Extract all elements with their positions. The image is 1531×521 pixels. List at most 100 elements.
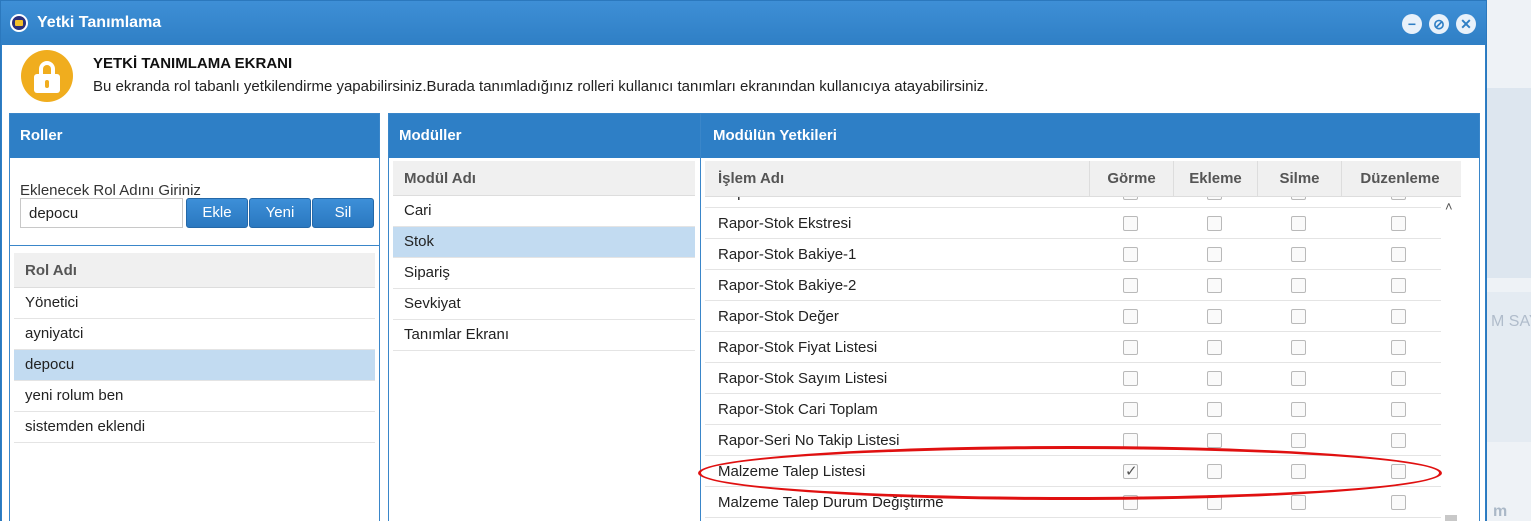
delete-checkbox[interactable] <box>1291 371 1306 386</box>
add-checkbox[interactable] <box>1207 309 1222 324</box>
permission-row[interactable]: Rapor-Stok Cari Toplam <box>705 394 1457 425</box>
permission-row[interactable]: Malzeme Talep Listesi <box>705 456 1457 487</box>
delete-checkbox[interactable] <box>1291 247 1306 262</box>
restore-icon: ⊘ <box>1433 16 1445 32</box>
delete-checkbox[interactable] <box>1291 464 1306 479</box>
module-row[interactable]: Sevkiyat <box>393 289 695 320</box>
view-checkbox[interactable] <box>1123 278 1138 293</box>
view-checkbox[interactable] <box>1123 247 1138 262</box>
permission-row[interactable]: Rapor-Stok Bakiye-2 <box>705 270 1457 301</box>
permission-row[interactable]: Rapor-Stok Sayım Listesi <box>705 363 1457 394</box>
edit-checkbox[interactable] <box>1391 433 1406 448</box>
delete-button[interactable]: Sil <box>312 198 374 228</box>
module-row[interactable]: Sipariş <box>393 258 695 289</box>
permission-row[interactable]: Rapor-Stok Değer <box>705 301 1457 332</box>
background-band <box>1487 88 1531 278</box>
permissions-panel: Modülün Yetkileri İşlem Adı Görme Ekleme… <box>700 113 1480 521</box>
page-description: Bu ekranda rol tabanlı yetkilendirme yap… <box>93 78 989 95</box>
window-titlebar[interactable]: Yetki Tanımlama − ⊘ ✕ <box>1 1 1486 45</box>
delete-checkbox[interactable] <box>1291 340 1306 355</box>
delete-column-header[interactable]: Silme <box>1257 161 1341 197</box>
roles-panel-title: Roller <box>10 114 379 158</box>
edit-checkbox[interactable] <box>1391 371 1406 386</box>
role-row[interactable]: Yönetici <box>14 288 375 319</box>
permission-row[interactable]: Malzeme Talep Durum Değiştirme <box>705 487 1457 518</box>
delete-checkbox[interactable] <box>1291 433 1306 448</box>
close-icon: ✕ <box>1460 16 1472 32</box>
role-row[interactable]: yeni rolum ben <box>14 381 375 412</box>
delete-checkbox[interactable] <box>1291 216 1306 231</box>
add-checkbox[interactable] <box>1207 247 1222 262</box>
operation-name-column-header[interactable]: İşlem Adı <box>705 161 1089 197</box>
edit-checkbox[interactable] <box>1391 278 1406 293</box>
add-role-form: Eklenecek Rol Adını Giriniz Ekle Yeni Si… <box>10 158 379 246</box>
operation-name: Rapor-Stok Bakiye-1 <box>718 246 857 263</box>
view-checkbox[interactable] <box>1123 433 1138 448</box>
view-checkbox[interactable] <box>1123 371 1138 386</box>
edit-checkbox[interactable] <box>1391 464 1406 479</box>
add-checkbox[interactable] <box>1207 402 1222 417</box>
background-text: M SAY <box>1491 313 1531 330</box>
role-name-input[interactable] <box>20 198 183 228</box>
operation-name: Rapor-Stok Fiyat Listesi <box>718 339 878 356</box>
operation-name: Rapor-Stok Cari Toplam <box>718 401 878 418</box>
module-row[interactable]: Cari <box>393 196 695 227</box>
edit-checkbox[interactable] <box>1391 216 1406 231</box>
edit-checkbox[interactable] <box>1391 309 1406 324</box>
view-checkbox[interactable] <box>1123 495 1138 510</box>
add-button[interactable]: Ekle <box>186 198 248 228</box>
scroll-up-icon[interactable]: ˄ <box>1445 199 1453 214</box>
permissions-grid-header: İşlem Adı Görme Ekleme Silme Düzenleme <box>705 161 1461 197</box>
add-checkbox[interactable] <box>1207 433 1222 448</box>
view-checkbox[interactable] <box>1123 402 1138 417</box>
vertical-scrollbar[interactable]: ˄ <box>1441 197 1461 521</box>
view-checkbox[interactable] <box>1123 462 1138 480</box>
add-checkbox[interactable] <box>1207 464 1222 479</box>
module-name-column-header[interactable]: Modül Adı <box>393 161 695 196</box>
delete-checkbox[interactable] <box>1291 495 1306 510</box>
edit-checkbox[interactable] <box>1391 402 1406 417</box>
view-checkbox[interactable] <box>1123 340 1138 355</box>
minimize-button[interactable]: − <box>1402 14 1422 34</box>
add-checkbox[interactable] <box>1207 340 1222 355</box>
module-row-selected[interactable]: Stok <box>393 227 695 258</box>
app-icon <box>10 14 28 32</box>
add-checkbox[interactable] <box>1207 216 1222 231</box>
permission-row[interactable]: Rapor-Seri No Takip Listesi <box>705 425 1457 456</box>
edit-checkbox[interactable] <box>1391 340 1406 355</box>
edit-checkbox[interactable] <box>1391 495 1406 510</box>
delete-checkbox[interactable] <box>1291 309 1306 324</box>
role-row[interactable]: sistemden eklendi <box>14 412 375 443</box>
modules-panel: Modüller Modül Adı Cari Stok Sipariş Sev… <box>388 113 700 521</box>
operation-name: Malzeme Talep Durum Değiştirme <box>718 494 944 511</box>
close-button[interactable]: ✕ <box>1456 14 1476 34</box>
role-row-selected[interactable]: depocu <box>14 350 375 381</box>
operation-name: Malzeme Talep Listesi <box>718 463 866 480</box>
page-header: YETKİ TANIMLAMA EKRANI Bu ekranda rol ta… <box>2 45 1485 112</box>
role-row[interactable]: ayniyatci <box>14 319 375 350</box>
add-checkbox[interactable] <box>1207 495 1222 510</box>
role-name-column-header[interactable]: Rol Adı <box>14 253 375 288</box>
add-checkbox[interactable] <box>1207 278 1222 293</box>
view-checkbox[interactable] <box>1123 216 1138 231</box>
operation-name: Rapor-Stok Bakiye-2 <box>718 277 857 294</box>
view-checkbox[interactable] <box>1123 309 1138 324</box>
delete-checkbox[interactable] <box>1291 278 1306 293</box>
permissions-panel-title: Modülün Yetkileri <box>701 114 1479 158</box>
window-content: YETKİ TANIMLAMA EKRANI Bu ekranda rol ta… <box>2 45 1485 521</box>
operation-name: Rapor-Stok Ekstresi <box>718 215 852 232</box>
add-checkbox[interactable] <box>1207 371 1222 386</box>
module-row[interactable]: Tanımlar Ekranı <box>393 320 695 351</box>
scrollbar-thumb[interactable] <box>1445 515 1457 521</box>
restore-button[interactable]: ⊘ <box>1429 14 1449 34</box>
new-button[interactable]: Yeni <box>249 198 311 228</box>
edit-column-header[interactable]: Düzenleme <box>1341 161 1458 197</box>
view-column-header[interactable]: Görme <box>1089 161 1173 197</box>
permission-row[interactable]: Rapor-Stok Bakiye-1 <box>705 239 1457 270</box>
operation-name: Rapor-Stok Sayım Listesi <box>718 370 888 387</box>
permission-row[interactable]: Rapor-Stok Ekstresi <box>705 208 1457 239</box>
add-column-header[interactable]: Ekleme <box>1173 161 1257 197</box>
delete-checkbox[interactable] <box>1291 402 1306 417</box>
edit-checkbox[interactable] <box>1391 247 1406 262</box>
permission-row[interactable]: Rapor-Stok Fiyat Listesi <box>705 332 1457 363</box>
